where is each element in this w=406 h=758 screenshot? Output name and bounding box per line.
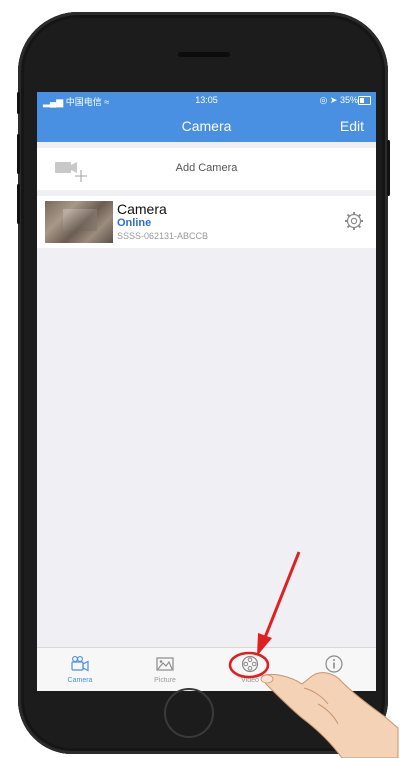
picture-icon bbox=[155, 654, 175, 674]
battery-icon bbox=[358, 96, 371, 105]
home-button[interactable] bbox=[164, 688, 214, 738]
tab-video[interactable]: Video bbox=[208, 648, 292, 691]
battery-percent: 35% bbox=[339, 95, 358, 105]
tab-camera-label: Camera bbox=[67, 677, 93, 684]
camera-name: Camera bbox=[117, 201, 167, 217]
nav-title: Camera bbox=[181, 118, 232, 134]
location-icon: ➤ bbox=[329, 95, 338, 105]
alarm-icon: ◎ bbox=[319, 95, 328, 105]
nav-bar: Camera Edit bbox=[37, 110, 376, 142]
tab-info[interactable] bbox=[292, 648, 376, 691]
tab-camera[interactable]: Camera bbox=[38, 648, 122, 691]
app-screen: ▂▄▆ 中国电信 ≈ 13:05 ◎ ➤ 35% Camera Edit Add… bbox=[37, 92, 376, 691]
camera-uid: SSSS-062131-ABCCB bbox=[117, 231, 209, 241]
tab-picture-label: Picture bbox=[154, 677, 176, 684]
tab-bar: Camera Picture Video bbox=[37, 647, 376, 691]
gear-icon[interactable] bbox=[344, 211, 364, 236]
add-camera-button[interactable]: Add Camera bbox=[37, 148, 376, 190]
info-icon bbox=[324, 654, 344, 674]
video-camera-icon bbox=[70, 654, 90, 674]
phone-speaker bbox=[178, 52, 230, 57]
phone-power-button bbox=[387, 140, 390, 196]
status-right: ◎ ➤ 35% bbox=[320, 95, 358, 106]
camera-status: Online bbox=[117, 217, 152, 229]
camera-list-item[interactable]: Camera Online SSSS-062131-ABCCB bbox=[37, 196, 376, 248]
phone-volume-down bbox=[17, 184, 20, 224]
film-reel-icon bbox=[240, 654, 260, 674]
add-camera-label: Add Camera bbox=[175, 162, 238, 174]
camera-thumbnail bbox=[45, 201, 113, 243]
status-bar: ▂▄▆ 中国电信 ≈ 13:05 ◎ ➤ 35% bbox=[37, 92, 376, 110]
edit-button[interactable]: Edit bbox=[340, 118, 364, 134]
tab-video-label: Video bbox=[241, 677, 259, 684]
phone-volume-up bbox=[17, 134, 20, 174]
phone-side-button bbox=[17, 92, 20, 114]
tab-picture[interactable]: Picture bbox=[123, 648, 207, 691]
